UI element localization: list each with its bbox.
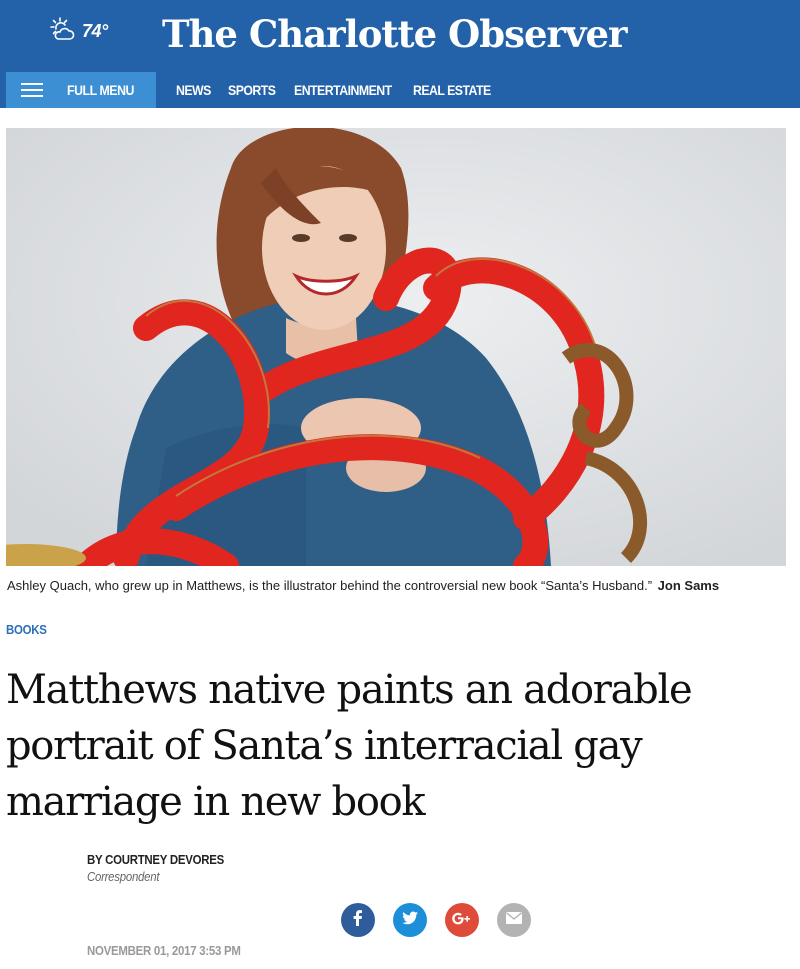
temperature: 74° [82, 20, 108, 41]
nav-sports[interactable]: SPORTS [228, 82, 276, 98]
google-plus-icon [451, 910, 473, 931]
site-logo[interactable]: The Charlotte Observer [162, 8, 628, 60]
author-name[interactable]: BY COURTNEY DEVORES [87, 852, 224, 867]
twitter-icon [401, 909, 419, 932]
hamburger-icon [21, 83, 43, 97]
email-icon [505, 911, 523, 930]
section-label[interactable]: BOOKS [6, 622, 47, 637]
nav-news[interactable]: NEWS [176, 82, 211, 98]
photo-credit: Jon Sams [657, 578, 720, 593]
publish-date: NOVEMBER 01, 2017 3:53 PM [87, 943, 241, 958]
facebook-share-button[interactable] [341, 903, 375, 937]
google-plus-share-button[interactable] [445, 903, 479, 937]
weather-widget[interactable]: 74° [48, 16, 108, 46]
author-role: Correspondent [87, 869, 160, 884]
share-buttons [341, 903, 549, 937]
caption-text: Ashley Quach, who grew up in Matthews, i… [7, 578, 653, 593]
partly-sunny-icon [48, 16, 78, 46]
twitter-share-button[interactable] [393, 903, 427, 937]
full-menu-label: FULL MENU [67, 82, 134, 98]
hero-photo[interactable] [6, 128, 786, 566]
facebook-icon [349, 909, 367, 932]
photo-caption: Ashley Quach, who grew up in Matthews, i… [7, 578, 797, 593]
nav-entertainment[interactable]: ENTERTAINMENT [294, 82, 392, 98]
email-share-button[interactable] [497, 903, 531, 937]
full-menu-button[interactable]: FULL MENU [6, 72, 156, 108]
main-nav: FULL MENU NEWS SPORTS ENTERTAINMENT REAL… [0, 72, 800, 108]
article-headline: Matthews native paints an adorable portr… [6, 667, 693, 825]
nav-links: NEWS SPORTS ENTERTAINMENT REAL ESTATE [176, 72, 507, 108]
byline: BY COURTNEY DEVORES Correspondent [87, 852, 243, 884]
nav-real-estate[interactable]: REAL ESTATE [413, 82, 491, 98]
site-header: 74° The Charlotte Observer FULL MENU NEW… [0, 0, 800, 108]
